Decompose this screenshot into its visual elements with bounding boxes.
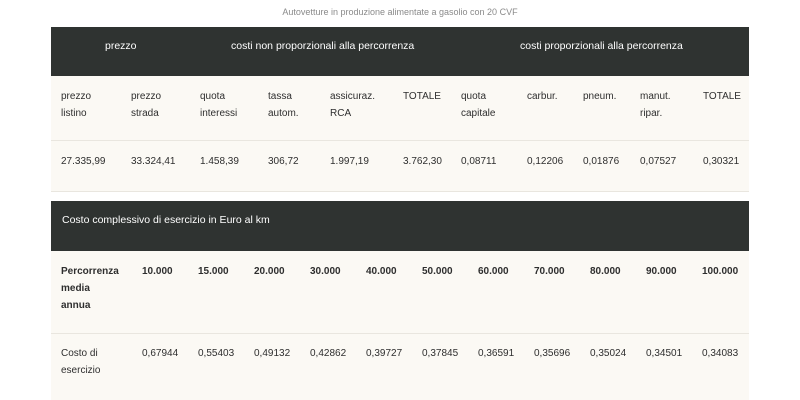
table-cell: 0,08711 [461,156,497,167]
column-header-line: capitale [461,108,496,119]
cost-cell: 0,34501 [646,348,683,359]
cost-cell: 0,67944 [142,348,179,359]
distance-cell: 100.000 [702,266,739,277]
column-header-line: RCA [330,108,352,119]
cost-cell: 0,55403 [198,348,235,359]
distance-cell: 15.000 [198,266,229,277]
column-header-line: interessi [200,108,238,119]
table-cell: 0,07527 [640,156,677,167]
column-header-line: carbur. [527,91,558,102]
distance-cell: 70.000 [534,266,565,277]
table-cell: 0,01876 [583,156,620,167]
column-header: quota interessi [200,88,237,122]
column-header: carbur. [527,88,558,105]
cost-cell: 0,37845 [422,348,459,359]
column-header-line: quota [200,91,226,102]
table-cell: 306,72 [268,156,299,167]
group-header-proportional: costi proporzionali alla percorrenza [520,40,683,52]
column-header-line: listino [61,108,87,119]
table-cell: 33.324,41 [131,156,176,167]
column-header: prezzo strada [131,88,161,122]
table2-cost-row [51,334,749,400]
column-header: pneum. [583,88,616,105]
column-header: prezzo listino [61,88,91,122]
cost-cell: 0,35696 [534,348,571,359]
table-caption: Autovetture in produzione alimentate a g… [282,7,518,17]
column-header-line: strada [131,108,159,119]
table2-title-bar: Costo complessivo di esercizio in Euro a… [51,201,749,251]
cost-cell: 0,42862 [310,348,347,359]
cost-cell: 0,35024 [590,348,627,359]
column-header-line: autom. [268,108,299,119]
row-label-line: esercizio [61,365,101,376]
row-divider [51,191,749,192]
column-header-line: quota [461,91,487,102]
row-label-line: annua [61,300,91,311]
cost-cell: 0,34083 [702,348,739,359]
column-header-line: pneum. [583,91,617,102]
row-label-line: Costo di [61,348,98,359]
column-header: assicuraz. RCA [330,88,375,122]
table-cell: 1.458,39 [200,156,239,167]
table-cell: 3.762,30 [403,156,442,167]
distance-cell: 40.000 [366,266,397,277]
distance-cell: 80.000 [590,266,621,277]
table-cell: 1.997,19 [330,156,369,167]
column-header: manut. ripar. [640,88,671,122]
table1-group-header: prezzo costi non proporzionali alla perc… [51,27,749,76]
cost-cell: 0,39727 [366,348,403,359]
table2-title: Costo complessivo di esercizio in Euro a… [62,214,270,226]
distance-cell: 90.000 [646,266,677,277]
table-cell: 0,30321 [703,156,740,167]
column-header-line: prezzo [131,91,162,102]
distance-cell: 60.000 [478,266,509,277]
group-header-price: prezzo [105,40,137,52]
table-cell: 0,12206 [527,156,564,167]
column-header: tassa autom. [268,88,299,122]
column-header: TOTALE [703,88,741,105]
row-label-percorrenza: Percorrenza media annua [61,263,119,314]
column-header-line: TOTALE [703,91,741,102]
group-header-non-proportional: costi non proporzionali alla percorrenza [231,40,415,52]
row-label-line: media [61,283,90,294]
table-cell: 27.335,99 [61,156,106,167]
cost-cell: 0,36591 [478,348,515,359]
column-header-line: manut. [640,91,671,102]
column-header-line: assicuraz. [330,91,376,102]
column-header-line: tassa [268,91,292,102]
distance-cell: 10.000 [142,266,173,277]
distance-cell: 30.000 [310,266,341,277]
cost-cell: 0,49132 [254,348,291,359]
row-label-costo: Costo di esercizio [61,345,100,379]
distance-cell: 50.000 [422,266,453,277]
row-label-line: Percorrenza [61,266,119,277]
column-header: TOTALE [403,88,441,105]
column-header-line: TOTALE [403,91,441,102]
column-header-line: ripar. [640,108,663,119]
column-header: quota capitale [461,88,495,122]
column-header-line: prezzo [61,91,92,102]
distance-cell: 20.000 [254,266,285,277]
